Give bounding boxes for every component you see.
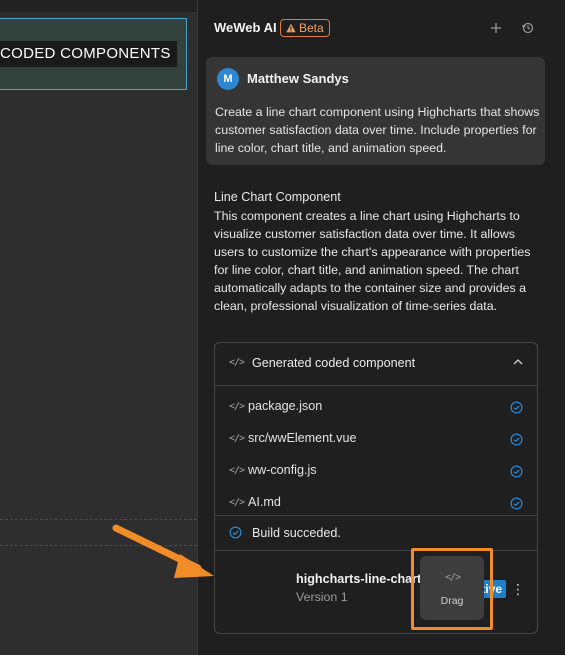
build-status-label: Build succeded.	[252, 526, 341, 540]
ai-response-body: This component creates a line chart usin…	[214, 209, 531, 313]
panel-title: WeWeb AI	[214, 20, 277, 35]
user-name: Matthew Sandys	[247, 71, 349, 86]
check-circle-icon	[229, 526, 242, 539]
ai-panel: WeWeb AI Beta M Matthew Sandys Create a …	[197, 0, 565, 655]
build-status-row: Build succeded.	[215, 515, 537, 551]
code-icon: </>	[229, 357, 245, 368]
file-item[interactable]: </> ww-config.js	[215, 455, 537, 487]
file-item[interactable]: </> package.json	[215, 391, 537, 423]
canvas-topbar	[0, 0, 197, 12]
file-item[interactable]: </> src/wwElement.vue	[215, 423, 537, 455]
chevron-up-icon[interactable]	[513, 357, 523, 367]
code-icon: </>	[229, 497, 245, 508]
component-name: highcharts-line-chart	[296, 572, 422, 586]
user-message-card: M Matthew Sandys Create a line chart com…	[206, 57, 545, 165]
code-icon: </>	[229, 433, 245, 444]
code-icon: </>	[229, 401, 245, 412]
component-version: Version 1	[296, 590, 348, 604]
warning-icon	[286, 23, 296, 33]
panel-header: WeWeb AI Beta	[198, 0, 565, 50]
avatar: M	[217, 68, 239, 90]
beta-label: Beta	[299, 21, 324, 35]
annotation-arrow	[112, 524, 214, 578]
ai-response-title: Line Chart Component	[214, 190, 341, 204]
file-name: package.json	[248, 399, 323, 413]
history-icon[interactable]	[518, 18, 538, 38]
canvas-heading[interactable]: CODED COMPONENTS	[0, 41, 177, 67]
check-circle-icon	[510, 465, 523, 478]
generated-header-label: Generated coded component	[252, 356, 416, 370]
check-circle-icon	[510, 401, 523, 414]
plus-icon[interactable]	[486, 18, 506, 38]
more-options-icon[interactable]: ⋮	[511, 581, 525, 597]
file-name: ww-config.js	[248, 463, 317, 477]
file-name: src/wwElement.vue	[248, 431, 357, 445]
beta-badge: Beta	[280, 19, 330, 37]
generated-component-header[interactable]: </> Generated coded component	[215, 343, 537, 386]
check-circle-icon	[510, 433, 523, 446]
check-circle-icon	[510, 497, 523, 510]
drag-highlight-box	[411, 548, 493, 630]
file-name: AI.md	[248, 495, 281, 509]
code-icon: </>	[229, 465, 245, 476]
user-message-text: Create a line chart component using High…	[215, 105, 540, 155]
